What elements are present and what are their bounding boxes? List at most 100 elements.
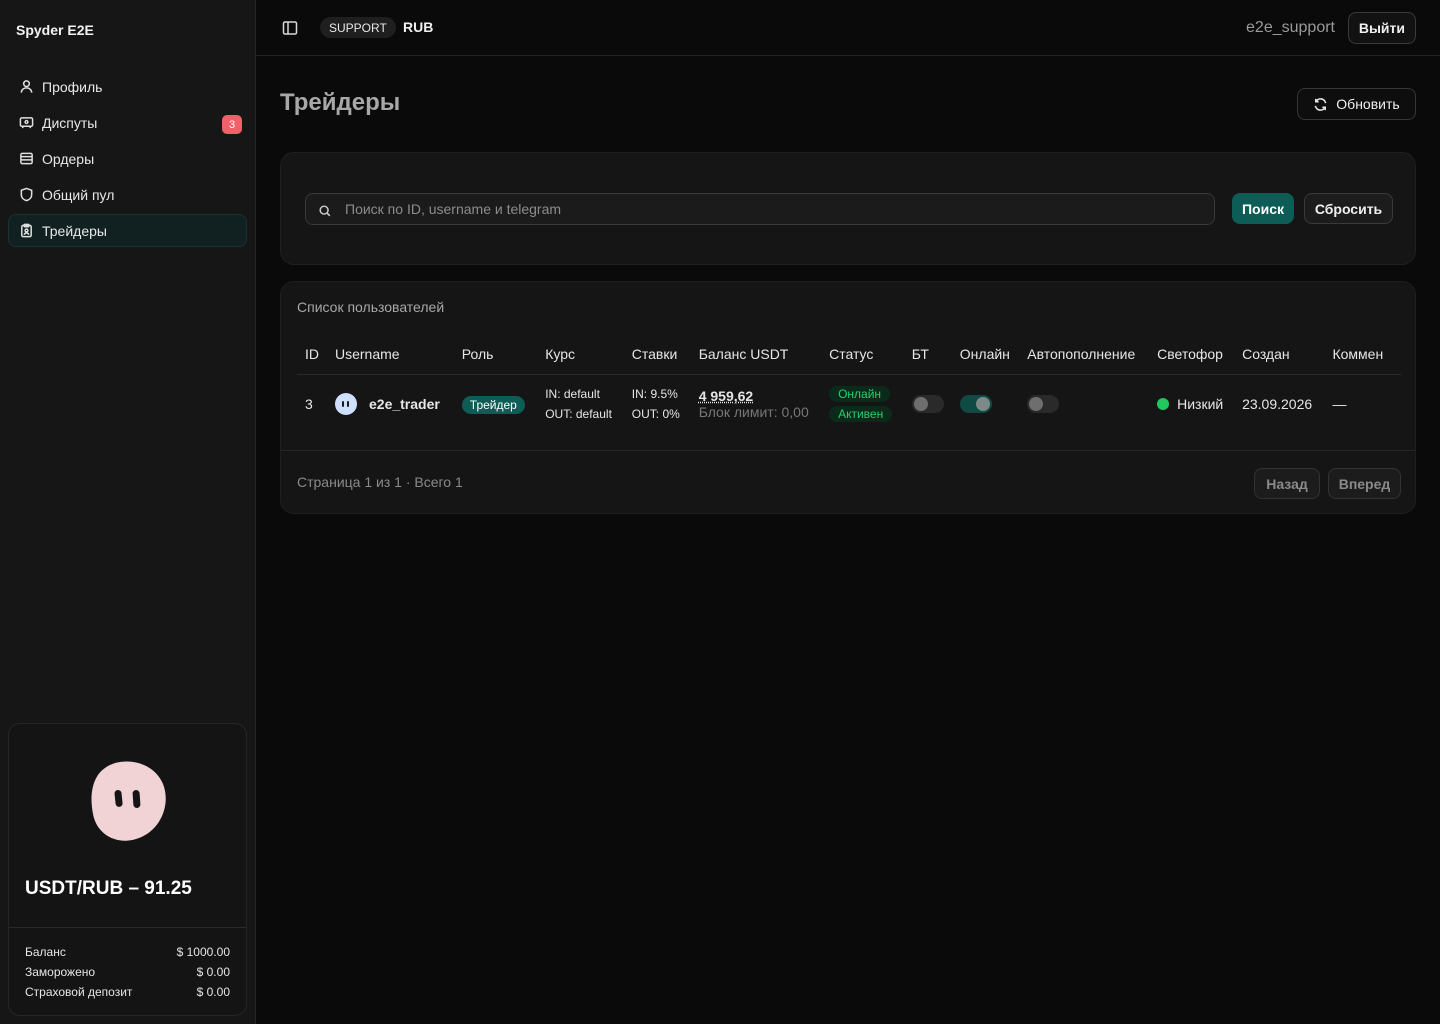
sidebar-item-label: Трейдеры — [42, 222, 107, 239]
cell-role: Трейдер — [454, 374, 537, 434]
status-online-badge: Онлайн — [829, 386, 891, 403]
cell-autotopup — [1019, 374, 1149, 434]
col-traffic-light[interactable]: Светофор — [1149, 334, 1235, 375]
status-badges: Онлайн Активен — [829, 386, 896, 423]
fee-out: OUT: 0% — [631, 407, 680, 422]
cell-rate: IN: default OUT: default — [537, 374, 624, 434]
mascot-avatar — [91, 758, 169, 847]
user-avatar — [335, 393, 357, 416]
list-title: Список пользователей — [297, 299, 445, 315]
next-page-button[interactable]: Вперед — [1328, 468, 1401, 499]
cell-bt — [904, 374, 952, 434]
shield-icon — [18, 187, 34, 203]
sidebar-item-traders[interactable]: Трейдеры — [8, 214, 247, 247]
cell-username: e2e_trader — [327, 374, 454, 434]
divider — [281, 450, 1415, 451]
block-limit: Блок лимит: 0,00 — [698, 404, 809, 421]
cell-id: 3 — [305, 396, 313, 413]
traffic-dot-icon — [1157, 398, 1170, 411]
col-bt[interactable]: БТ — [903, 334, 952, 375]
rate-out: OUT: default — [545, 407, 612, 422]
frozen-row: Заморожено $ 0.00 — [25, 962, 230, 982]
disputes-count-badge: 3 — [222, 115, 242, 134]
sidebar-item-orders[interactable]: Ордеры — [8, 142, 247, 175]
traffic-light: Низкий — [1157, 396, 1226, 412]
sidebar-item-label: Профиль — [42, 78, 103, 95]
search-button[interactable]: Поиск — [1232, 193, 1294, 224]
deposit-value: $ 0.00 — [196, 985, 230, 999]
col-fees[interactable]: Ставки — [623, 334, 691, 375]
status-active-badge: Активен — [829, 406, 893, 423]
search-icon — [319, 205, 331, 217]
users-list-card: Список пользователей ID Username Роль Ку… — [280, 281, 1416, 514]
cell-balance: 4 959,62 Блок лимит: 0,00 — [691, 374, 821, 434]
ticket-icon — [18, 115, 34, 131]
toggle-knob — [913, 397, 928, 412]
currency-label: RUB — [403, 19, 434, 35]
sidebar-item-disputes[interactable]: Диспуты 3 — [8, 106, 247, 139]
col-created[interactable]: Создан — [1234, 334, 1325, 375]
user-cell: e2e_trader — [335, 393, 446, 416]
exchange-rate: USDT/RUB – 91.25 — [25, 878, 192, 899]
cell-status: Онлайн Активен — [821, 374, 904, 434]
search-field[interactable] — [305, 193, 1215, 225]
col-id[interactable]: ID — [297, 334, 327, 375]
online-toggle[interactable] — [959, 395, 992, 414]
clipboard-icon — [18, 223, 34, 239]
cell-comment: — — [1332, 396, 1347, 413]
sidebar-item-label: Диспуты — [42, 114, 98, 131]
balance-row: Баланс $ 1000.00 — [25, 942, 230, 962]
fee-in: IN: 9.5% — [631, 387, 678, 402]
deposit-row: Страховой депозит $ 0.00 — [25, 982, 230, 1002]
balance-label: Баланс — [25, 945, 66, 959]
table-header-row: ID Username Роль Курс Ставки Баланс USDT… — [297, 334, 1401, 375]
balance-value-link[interactable]: 4 959,62 — [699, 388, 813, 404]
table-row[interactable]: 3 e2e_trader Трейдер IN: default OUT: de… — [297, 374, 1401, 434]
balance-value: $ 1000.00 — [176, 945, 230, 959]
cell-fees: IN: 9.5% OUT: 0% — [624, 374, 691, 434]
sidebar-toggle-icon[interactable] — [282, 20, 298, 36]
col-autotopup[interactable]: Автопополнение — [1019, 334, 1150, 375]
sidebar-item-pool[interactable]: Общий пул — [8, 178, 247, 211]
sidebar-item-label: Общий пул — [42, 186, 115, 203]
prev-page-button[interactable]: Назад — [1254, 468, 1320, 499]
col-online[interactable]: Онлайн — [951, 334, 1020, 375]
toggle-knob — [1029, 397, 1044, 412]
search-input[interactable] — [345, 201, 1185, 217]
col-comment[interactable]: Коммен — [1324, 334, 1401, 375]
frozen-label: Заморожено — [25, 965, 96, 979]
sidebar-item-label: Ордеры — [42, 150, 95, 167]
toggle-knob — [975, 397, 990, 412]
role-badge: SUPPORT — [320, 17, 396, 38]
traffic-level: Низкий — [1177, 396, 1224, 413]
user-icon — [18, 79, 34, 95]
logout-button[interactable]: Выйти — [1347, 12, 1416, 44]
bt-toggle[interactable] — [911, 395, 944, 414]
autotopup-toggle[interactable] — [1027, 395, 1060, 414]
table-scroll[interactable]: ID Username Роль Курс Ставки Баланс USDT… — [297, 334, 1401, 450]
sidebar-nav: Профиль Диспуты 3 Ордеры Общий пул Трейд… — [8, 70, 247, 250]
col-username[interactable]: Username — [327, 334, 454, 375]
col-rate[interactable]: Курс — [537, 334, 624, 375]
deposit-label: Страховой депозит — [25, 985, 133, 999]
reset-button[interactable]: Сбросить — [1304, 193, 1393, 224]
search-card: Поиск Сбросить — [280, 152, 1416, 265]
divider — [9, 927, 246, 928]
brand-title: Spyder E2E — [16, 22, 94, 38]
frozen-value: $ 0.00 — [196, 965, 230, 979]
top-header: SUPPORT RUB e2e_support Выйти — [256, 0, 1440, 56]
col-role[interactable]: Роль — [453, 334, 538, 375]
rate-in: IN: default — [545, 387, 600, 402]
refresh-label: Обновить — [1336, 96, 1400, 112]
col-status[interactable]: Статус — [821, 334, 904, 375]
current-username: e2e_support — [1246, 19, 1335, 36]
username-link[interactable]: e2e_trader — [369, 396, 440, 412]
cell-online — [952, 374, 1020, 434]
cell-created: 23.09.2026 — [1242, 396, 1313, 413]
sidebar-item-profile[interactable]: Профиль — [8, 70, 247, 103]
wallet-summary: Баланс $ 1000.00 Заморожено $ 0.00 Страх… — [25, 942, 230, 1002]
sidebar: Spyder E2E Профиль Диспуты 3 Ордеры Общи — [0, 0, 256, 1024]
col-balance[interactable]: Баланс USDT — [690, 334, 822, 375]
refresh-button[interactable]: Обновить — [1297, 88, 1416, 120]
cell-traffic-light: Низкий — [1149, 374, 1234, 434]
